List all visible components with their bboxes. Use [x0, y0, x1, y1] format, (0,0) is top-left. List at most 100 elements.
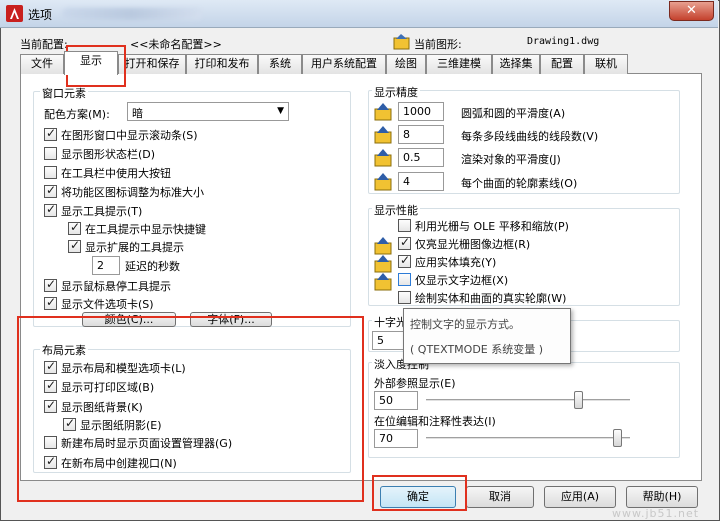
inplace-fade-input[interactable]: 70 [374, 429, 418, 448]
tab-plot-publish[interactable]: 打印和发布 [186, 54, 258, 74]
tab-3d-modeling[interactable]: 三维建模 [426, 54, 492, 74]
color-scheme-select[interactable]: 暗 ▼ [127, 102, 289, 121]
tab-user-preferences[interactable]: 用户系统配置 [302, 54, 386, 74]
drawing-status-bar-checkbox[interactable] [44, 147, 57, 160]
raster-ole-pan-label: 利用光栅与 OLE 平移和缩放(P) [415, 220, 569, 233]
text-boundary-label: 仅显示文字边框(X) [415, 274, 509, 287]
display-performance-title: 显示性能 [372, 202, 420, 218]
inplace-fade-label: 在位编辑和注释性表达(I) [374, 415, 496, 428]
drawing-saved-setting-icon [374, 237, 392, 255]
paper-shadow-label: 显示图纸阴影(E) [80, 419, 162, 432]
help-button[interactable]: 帮助(H) [626, 486, 698, 508]
tab-drafting[interactable]: 绘图 [386, 54, 426, 74]
page-setup-manager-label: 新建布局时显示页面设置管理器(G) [61, 437, 233, 450]
printable-area-checkbox[interactable] [44, 378, 57, 393]
watermark-text: www.jb51.net [612, 507, 700, 520]
cancel-button[interactable]: 取消 [466, 486, 534, 508]
raster-frame-label: 仅亮显光栅图像边框(R) [415, 238, 531, 251]
create-viewport-checkbox[interactable] [44, 454, 57, 469]
printable-area-label: 显示可打印区域(B) [61, 381, 155, 394]
window-title: 选项 [28, 8, 53, 22]
apply-button[interactable]: 应用(A) [544, 486, 616, 508]
current-drawing-value: Drawing1.dwg [527, 36, 600, 47]
ok-button[interactable]: 确定 [380, 486, 456, 508]
true-silhouettes-checkbox[interactable] [398, 291, 411, 304]
current-profile-value: <<未命名配置>> [130, 38, 222, 51]
page-setup-manager-checkbox[interactable] [44, 436, 57, 449]
blurred-title-path [62, 8, 202, 20]
create-viewport-label: 在新布局中创建视口(N) [61, 457, 177, 470]
file-tabs-label: 显示文件选项卡(S) [61, 298, 154, 311]
inplace-fade-slider-thumb[interactable] [612, 429, 622, 447]
extended-tooltips-label: 显示扩展的工具提示 [85, 241, 184, 254]
drawing-saved-setting-icon [374, 173, 392, 191]
rollover-tooltips-label: 显示鼠标悬停工具提示 [61, 280, 171, 293]
drawing-status-bar-label: 显示图形状态栏(D) [61, 148, 156, 161]
paper-background-label: 显示图纸背景(K) [61, 401, 143, 414]
scrollbars-checkbox[interactable] [44, 126, 57, 141]
tab-system[interactable]: 系统 [258, 54, 302, 74]
tooltip-description: 控制文字的显示方式。 [410, 318, 520, 331]
tab-files[interactable]: 文件 [20, 54, 64, 74]
xref-fade-slider-thumb[interactable] [573, 391, 583, 409]
tooltip-sysvar: ( QTEXTMODE 系统变量 ) [410, 343, 544, 356]
close-button[interactable]: ✕ [669, 1, 714, 21]
xref-fade-label: 外部参照显示(E) [374, 377, 456, 390]
contour-lines-input[interactable]: 4 [398, 172, 444, 191]
drawing-saved-setting-icon [374, 149, 392, 167]
paper-shadow-checkbox[interactable] [63, 416, 76, 431]
solid-fill-checkbox[interactable] [398, 253, 411, 268]
raster-frame-checkbox[interactable] [398, 235, 411, 250]
tab-selection[interactable]: 选择集 [492, 54, 540, 74]
arc-smoothness-label: 圆弧和圆的平滑度(A) [461, 107, 566, 120]
large-buttons-checkbox[interactable] [44, 166, 57, 179]
delay-seconds-label: 延迟的秒数 [125, 260, 180, 273]
extended-tooltips-checkbox[interactable] [68, 238, 81, 253]
render-smoothness-label: 渲染对象的平滑度(J) [461, 153, 561, 166]
polyline-segments-input[interactable]: 8 [398, 125, 444, 144]
tooltips-label: 显示工具提示(T) [61, 205, 143, 218]
contour-lines-label: 每个曲面的轮廓素线(O) [461, 177, 578, 190]
display-resolution-title: 显示精度 [372, 84, 420, 100]
scrollbars-label: 在图形窗口中显示滚动条(S) [61, 129, 198, 142]
colors-button[interactable]: 颜色(C)... [82, 312, 176, 327]
layout-model-tabs-label: 显示布局和模型选项卡(L) [61, 362, 186, 375]
render-smoothness-input[interactable]: 0.5 [398, 148, 444, 167]
shortcut-keys-label: 在工具提示中显示快捷键 [85, 223, 206, 236]
tooltips-checkbox[interactable] [44, 202, 57, 217]
current-profile-label: 当前配置: [20, 38, 68, 51]
color-scheme-value: 暗 [132, 107, 143, 120]
tab-online[interactable]: 联机 [584, 54, 628, 74]
drawing-saved-setting-icon [374, 255, 392, 273]
xref-fade-input[interactable]: 50 [374, 391, 418, 410]
drawing-saved-setting-icon [374, 273, 392, 291]
tab-display[interactable]: 显示 [64, 51, 118, 75]
drawing-saved-setting-icon [374, 103, 392, 121]
paper-background-checkbox[interactable] [44, 398, 57, 413]
true-silhouettes-label: 绘制实体和曲面的真实轮廓(W) [415, 292, 567, 305]
text-boundary-checkbox[interactable] [398, 273, 411, 286]
shortcut-keys-checkbox[interactable] [68, 220, 81, 235]
delay-seconds-input[interactable]: 2 [92, 256, 120, 275]
arc-smoothness-input[interactable]: 1000 [398, 102, 444, 121]
file-tabs-checkbox[interactable] [44, 295, 57, 310]
fonts-button[interactable]: 字体(F)... [190, 312, 272, 327]
tab-profiles[interactable]: 配置 [540, 54, 584, 74]
rollover-tooltips-checkbox[interactable] [44, 277, 57, 292]
current-drawing-label: 当前图形: [414, 38, 462, 51]
inplace-fade-slider[interactable] [426, 437, 630, 440]
xref-fade-slider[interactable] [426, 399, 630, 402]
color-scheme-label: 配色方案(M): [44, 108, 110, 121]
layout-model-tabs-checkbox[interactable] [44, 359, 57, 374]
drawing-icon [393, 34, 410, 50]
layout-elements-title: 布局元素 [40, 342, 88, 358]
qtextmode-tooltip: 控制文字的显示方式。 ( QTEXTMODE 系统变量 ) [403, 308, 571, 364]
autocad-logo-icon [6, 5, 23, 22]
ribbon-icons-checkbox[interactable] [44, 183, 57, 198]
window-elements-title: 窗口元素 [40, 85, 88, 101]
solid-fill-label: 应用实体填充(Y) [415, 256, 497, 269]
chevron-down-icon: ▼ [277, 106, 284, 116]
tab-open-save[interactable]: 打开和保存 [118, 54, 186, 74]
raster-ole-pan-checkbox[interactable] [398, 219, 411, 232]
polyline-segments-label: 每条多段线曲线的线段数(V) [461, 130, 599, 143]
